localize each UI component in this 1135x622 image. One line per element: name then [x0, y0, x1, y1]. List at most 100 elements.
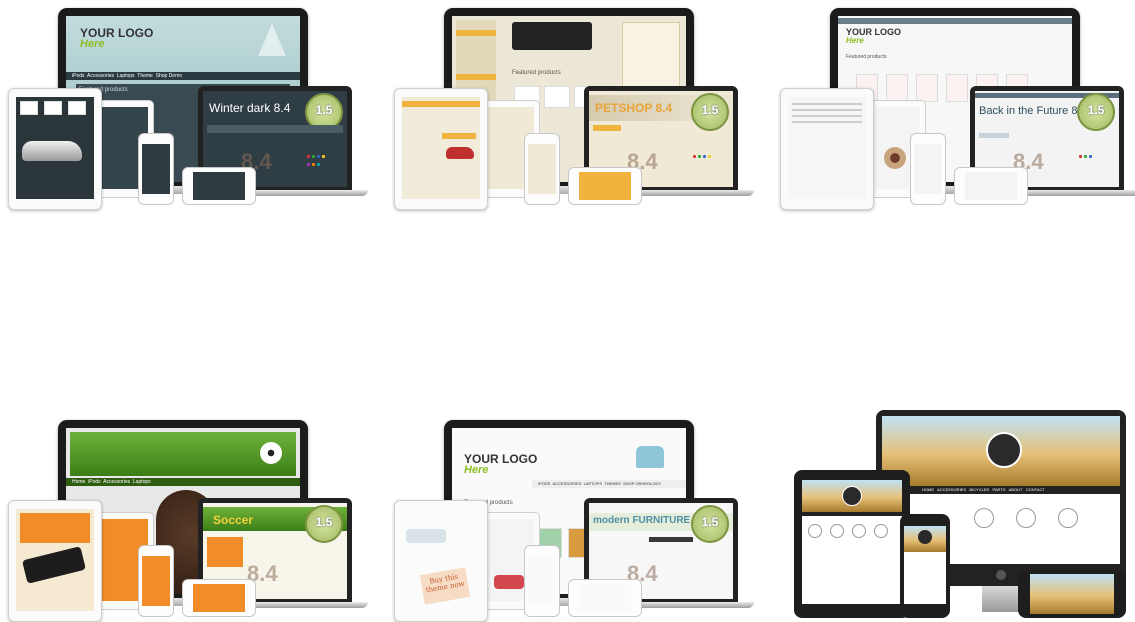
- world-map: [406, 529, 446, 543]
- nav-item[interactable]: Shop Demo: [156, 73, 182, 79]
- phone: [900, 514, 950, 618]
- theme-title: Soccer: [213, 513, 254, 527]
- phone: [524, 545, 560, 617]
- tablet: [780, 88, 874, 210]
- color-dot: [322, 155, 325, 158]
- sofa-image: [494, 575, 524, 589]
- version-badge: 1.5: [305, 505, 343, 543]
- feature-icon: [852, 524, 866, 538]
- theme-mockup-winter-dark[interactable]: YOUR LOGO Here iPods Accessories Laptops…: [0, 0, 372, 210]
- orange-bar: [402, 101, 480, 107]
- nav-item[interactable]: Home: [72, 479, 85, 485]
- nav-item[interactable]: iPods: [88, 479, 101, 485]
- product-tile: [886, 74, 908, 102]
- color-dot: [317, 163, 320, 166]
- feature-icon: [1058, 508, 1078, 528]
- theme-mockup-bicycle[interactable]: HOME ACCESSORIES BICYCLES PARTS ABOUT CO…: [792, 410, 1132, 620]
- phone-screen: [528, 144, 556, 194]
- tablet-screen: [802, 480, 902, 604]
- theme-mockup-modern-furniture[interactable]: YOUR LOGO Here IPODS ACCESSORIES LAPTOPS…: [386, 412, 758, 622]
- phone-landscape-screen: [579, 584, 631, 612]
- product-carousel: [512, 22, 592, 50]
- phone-landscape-screen: [193, 172, 245, 200]
- feature-icon: [1016, 508, 1036, 528]
- logo-here-text: Here: [80, 38, 105, 50]
- color-dot: [307, 163, 310, 166]
- theme-title: PETSHOP 8.4: [595, 101, 673, 115]
- tablet-screen: [402, 97, 480, 199]
- tablet-screen: [788, 97, 866, 199]
- product-tile: [544, 86, 570, 108]
- nav-item[interactable]: THEMES: [604, 481, 621, 486]
- nav-item[interactable]: iPods: [72, 73, 85, 79]
- phone-screen: [528, 556, 556, 606]
- phone-screen: [142, 144, 170, 194]
- tablet-screen: [16, 97, 94, 199]
- nav-item[interactable]: PARTS: [993, 487, 1006, 492]
- nav-item[interactable]: ACCESSORIES: [937, 487, 966, 492]
- product-tile: [20, 101, 38, 115]
- dark-bar: [802, 512, 902, 516]
- site-logo: YOUR LOGO Here: [846, 28, 901, 45]
- bicycle-logo: [986, 432, 1022, 468]
- phone-landscape: [568, 167, 642, 205]
- site-nav: IPODS ACCESSORIES LAPTOPS THEMES SHOP OR…: [532, 480, 686, 488]
- nav-item[interactable]: IPODS: [538, 481, 550, 486]
- car-image: [22, 141, 82, 161]
- phone-landscape: [182, 167, 256, 205]
- theme-title: Winter dark 8.4: [209, 101, 291, 115]
- color-dot: [312, 163, 315, 166]
- feature-icon: [830, 524, 844, 538]
- imac-stand: [982, 586, 1022, 612]
- product-tile: [44, 101, 62, 115]
- text-line: [792, 121, 862, 123]
- tablet: [8, 500, 102, 622]
- version-badge: 1.5: [691, 505, 729, 543]
- phone-landscape: [1018, 570, 1126, 618]
- tab-bar: [207, 125, 343, 133]
- phone: [524, 133, 560, 205]
- nav-item[interactable]: BICYCLES: [969, 487, 989, 492]
- phone-screen: [142, 556, 170, 606]
- phone-landscape: [182, 579, 256, 617]
- nav-item[interactable]: LAPTOPS: [584, 481, 602, 486]
- nav-item[interactable]: CONTACT: [1026, 487, 1045, 492]
- soccer-ball-icon: [260, 442, 282, 464]
- section-heading: Featured products: [512, 70, 561, 76]
- site-nav: HOME ACCESSORIES BICYCLES PARTS ABOUT CO…: [882, 486, 1120, 494]
- theme-mockup-soccer[interactable]: Home iPods Accessories Laptops Soccer 1.…: [0, 412, 372, 622]
- sidebar-header: [456, 30, 496, 36]
- product-tile: [916, 74, 938, 102]
- nav-item[interactable]: ACCESSORIES: [552, 481, 581, 486]
- nav-item[interactable]: Laptops: [117, 73, 135, 79]
- site-nav: [838, 18, 1072, 24]
- version-badge: 1.5: [1077, 93, 1115, 131]
- feature-icon: [874, 524, 888, 538]
- nav-item[interactable]: Accessories: [87, 73, 114, 79]
- color-dot: [698, 155, 701, 158]
- text-line: [792, 109, 862, 111]
- phone-landscape: [568, 579, 642, 617]
- version-badge: 1.5: [691, 93, 729, 131]
- orange-bar: [207, 537, 243, 567]
- nav-item[interactable]: HOME: [922, 487, 934, 492]
- nav-item[interactable]: Theme: [137, 73, 153, 79]
- nav-item[interactable]: Accessories: [103, 479, 130, 485]
- phone: [138, 545, 174, 617]
- theme-mockup-petshop[interactable]: Featured products PETSHOP 8.4 1.5 8.4: [386, 0, 758, 210]
- nav-item[interactable]: Laptops: [133, 479, 151, 485]
- color-dot: [703, 155, 706, 158]
- phone-screen: [914, 144, 942, 194]
- section-heading: Featured products: [846, 54, 887, 60]
- phone: [138, 133, 174, 205]
- nav-item[interactable]: SHOP ORHEOLOGY: [623, 481, 661, 486]
- site-nav: iPods Accessories Laptops Theme Shop Dem…: [66, 72, 300, 80]
- tablet-screen: Buy this theme now: [402, 509, 480, 611]
- color-dot: [1079, 155, 1082, 158]
- nav-item[interactable]: ABOUT: [1009, 487, 1023, 492]
- cart-panel: [622, 22, 680, 94]
- theme-mockup-back-in-the-future[interactable]: YOUR LOGO Here Featured products Back in…: [772, 0, 1135, 210]
- color-dot: [307, 155, 310, 158]
- tablet: [394, 88, 488, 210]
- phone: [910, 133, 946, 205]
